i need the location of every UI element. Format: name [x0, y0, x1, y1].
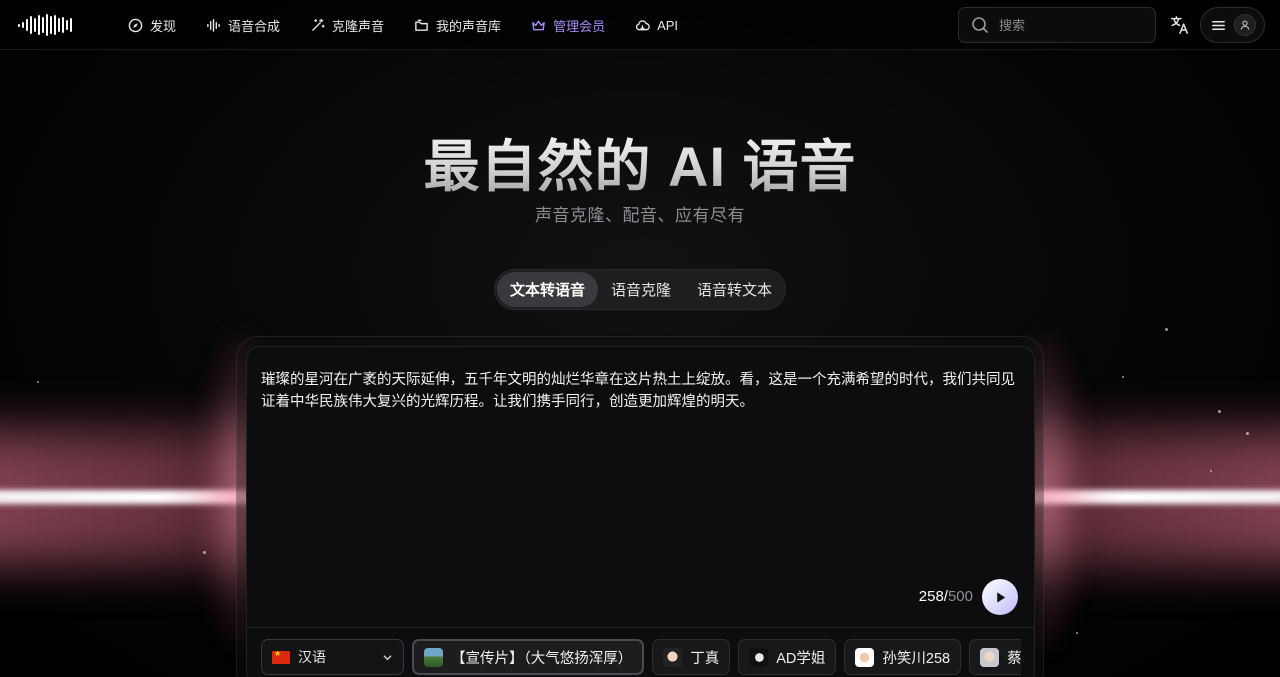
spark	[1246, 432, 1249, 435]
compass-icon	[128, 18, 143, 32]
user-icon	[1240, 20, 1250, 30]
voice-avatar	[424, 647, 443, 667]
logo[interactable]	[18, 14, 78, 36]
tts-text-input[interactable]: 璀璨的星河在广袤的天际延伸，五千年文明的灿烂华章在这片热土上绽放。看，这是一个充…	[261, 369, 1021, 413]
hamburger-icon	[1212, 20, 1225, 30]
voice-avatar	[663, 647, 683, 667]
nav-label: 克隆声音	[332, 18, 385, 34]
cloud-icon	[636, 19, 650, 30]
voice-chip[interactable]: AD学姐	[738, 639, 837, 675]
search-box[interactable]	[958, 7, 1156, 43]
spark	[37, 381, 39, 383]
spark	[1076, 632, 1078, 634]
voice-label: 【宣传片】（大气悠扬浑厚）	[451, 650, 633, 667]
mode-tabs: 文本转语音 语音克隆 语音转文本	[494, 269, 786, 310]
play-button[interactable]	[982, 579, 1018, 615]
tab-voice-clone[interactable]: 语音克隆	[598, 272, 684, 307]
chevron-down-icon	[383, 654, 392, 660]
page-title: 最自然的 AI 语音	[0, 122, 1280, 203]
voice-label: AD学姐	[776, 650, 826, 667]
nav-label: 语音合成	[228, 18, 281, 34]
waveform-icon	[207, 18, 220, 32]
main-menu: 发现 语音合成 克隆声音 我的声音库 管理会员 API	[128, 0, 708, 50]
page-subtitle: 声音克隆、配音、应有尽有	[535, 206, 745, 225]
voice-selector-row: 汉语 【宣传片】（大气悠扬浑厚） 丁真 AD学姐 孙笑川258 蔡	[261, 639, 1021, 675]
language-label: 汉语	[298, 649, 326, 665]
nav-item-membership[interactable]: 管理会员	[531, 16, 605, 35]
voice-chip[interactable]: 孙笑川258	[844, 639, 962, 675]
spark	[1122, 376, 1124, 378]
voice-avatar	[749, 647, 769, 667]
crown-icon	[532, 20, 545, 30]
search-input[interactable]	[999, 17, 1139, 33]
translate-button[interactable]	[1169, 14, 1191, 36]
spark	[1218, 410, 1221, 413]
nav-label: 我的声音库	[436, 18, 502, 34]
spark	[1210, 470, 1212, 472]
char-count: 258	[918, 588, 944, 605]
avatar	[1234, 14, 1256, 36]
nav-item-api[interactable]: API	[635, 18, 678, 33]
tab-speech-to-text[interactable]: 语音转文本	[684, 272, 785, 307]
nav-item-clone-voice[interactable]: 克隆声音	[310, 16, 384, 35]
nav-item-voice-library[interactable]: 我的声音库	[414, 16, 501, 35]
nav-label: 管理会员	[553, 18, 606, 34]
voice-chip[interactable]: 【宣传片】（大气悠扬浑厚）	[412, 639, 645, 675]
divider	[247, 627, 1034, 628]
nav-label: 发现	[150, 18, 177, 34]
voice-label: 孙笑川258	[882, 650, 951, 667]
voice-avatar	[980, 647, 1000, 667]
tts-editor: 璀璨的星河在广袤的天际延伸，五千年文明的灿烂华章在这片热土上绽放。看，这是一个充…	[246, 346, 1035, 677]
play-icon	[996, 591, 1005, 603]
char-counter: 258/500	[913, 588, 973, 605]
magic-wand-icon	[312, 18, 325, 31]
voice-label: 丁真	[690, 650, 720, 667]
char-max: 500	[947, 588, 973, 605]
nav-item-discover[interactable]: 发现	[128, 16, 176, 35]
voice-chip[interactable]: 蔡	[969, 639, 1021, 675]
top-nav: 发现 语音合成 克隆声音 我的声音库 管理会员 API	[0, 0, 1280, 50]
tab-text-to-speech[interactable]: 文本转语音	[497, 272, 599, 307]
china-flag-icon	[272, 649, 290, 664]
search-icon	[972, 17, 988, 33]
spark	[203, 551, 206, 554]
folder-icon	[415, 19, 428, 31]
voice-chip[interactable]: 丁真	[652, 639, 731, 675]
spark	[1165, 328, 1168, 331]
user-menu-button[interactable]	[1200, 7, 1265, 43]
translate-icon	[1171, 16, 1188, 34]
language-select[interactable]: 汉语	[261, 639, 404, 675]
nav-label: API	[657, 17, 679, 33]
voice-label: 蔡	[1007, 650, 1021, 667]
nav-item-tts[interactable]: 语音合成	[206, 16, 280, 35]
voice-avatar	[855, 647, 875, 667]
